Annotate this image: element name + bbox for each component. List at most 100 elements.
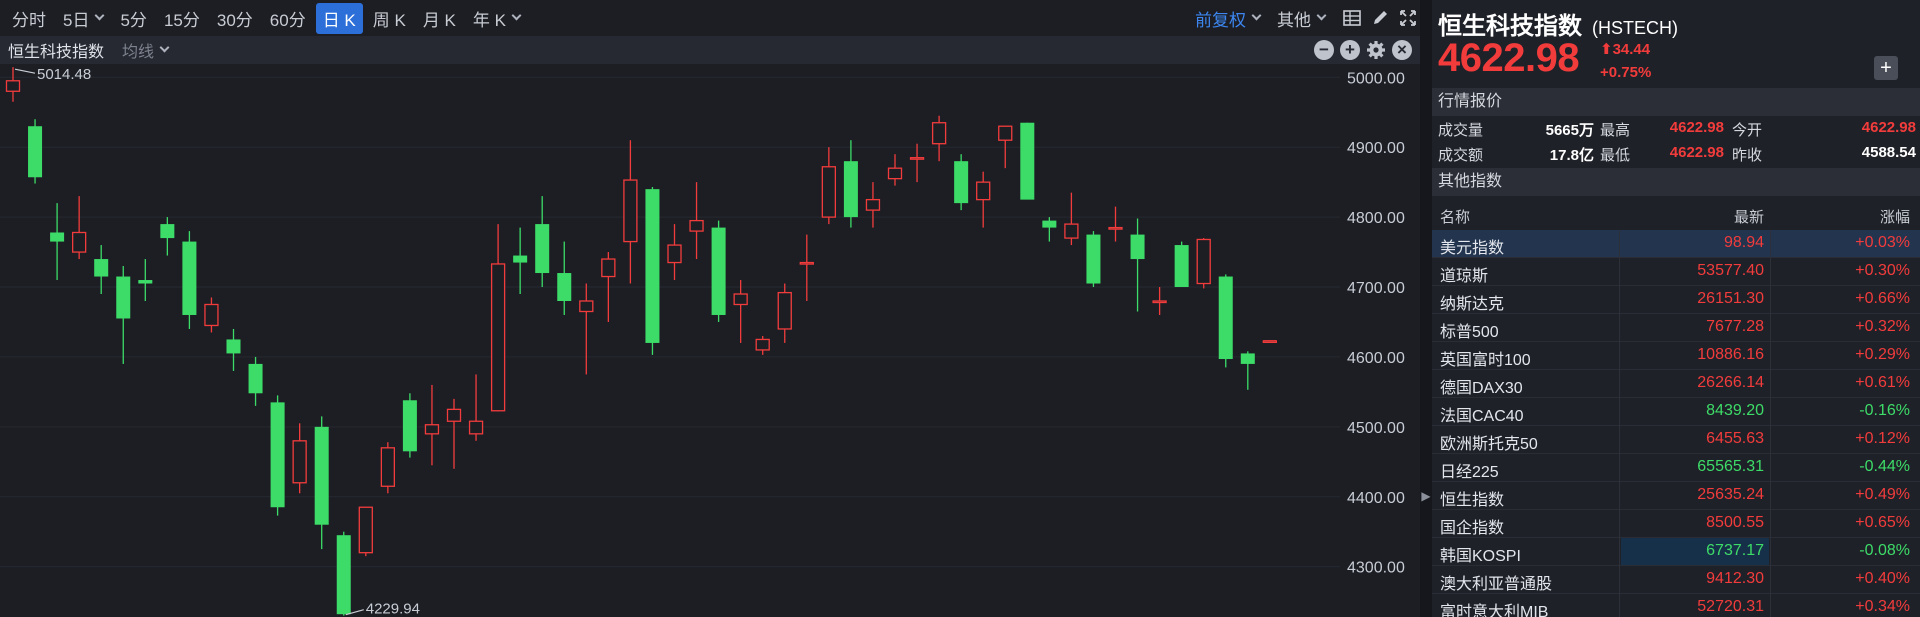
candle-body: [226, 339, 241, 354]
period-tab-daily[interactable]: 日 K: [315, 2, 363, 34]
index-pct-cell: +0.40%: [1855, 570, 1910, 587]
y-tick-label: 4800.00: [1347, 210, 1405, 227]
index-name-cell: 美元指数: [1440, 240, 1505, 257]
index-row[interactable]: 欧洲斯托克50 6455.63 +0.12%: [1432, 426, 1920, 454]
candlestick-chart[interactable]: 5000.00 4900.00 4800.00 4700.00 4600.00 4500.…: [0, 64, 1420, 617]
candle: [358, 506, 373, 557]
index-row[interactable]: 美元指数 98.94 +0.03%: [1432, 230, 1920, 258]
high-annotation-line: [14, 68, 36, 74]
settings-gear-icon[interactable]: [1366, 40, 1386, 60]
y-tick-label: 4600.00: [1347, 350, 1405, 367]
chevron-down-icon: [1251, 10, 1262, 21]
index-name-cell: 韩国KOSPI: [1440, 548, 1521, 565]
index-row[interactable]: 日经225 65565.31 -0.44%: [1432, 454, 1920, 482]
candle: [667, 224, 682, 281]
collapse-arrow-icon[interactable]: ▶: [1420, 486, 1432, 506]
candle: [755, 335, 770, 355]
index-name-cell: 道琼斯: [1440, 268, 1489, 285]
candle: [1218, 274, 1233, 368]
candle: [160, 217, 175, 256]
candle: [777, 283, 792, 343]
candle-body: [1174, 245, 1189, 288]
candle: [535, 196, 550, 288]
candle-body: [865, 198, 881, 211]
candle-body: [931, 122, 947, 145]
ma-dropdown[interactable]: 均线: [122, 38, 170, 62]
ma-label: 均线: [122, 44, 155, 61]
close-icon[interactable]: ×: [1392, 40, 1412, 60]
period-label: 周 K: [372, 10, 406, 30]
candle-body: [1042, 220, 1057, 228]
candle: [1064, 192, 1079, 246]
period-tab-monthly[interactable]: 月 K: [416, 3, 463, 34]
index-pct-cell: +0.30%: [1855, 262, 1910, 279]
index-row[interactable]: 富时意大利MIB 52720.31 +0.34%: [1432, 594, 1920, 617]
index-pct-cell: -0.08%: [1859, 542, 1910, 559]
period-tab-30min[interactable]: 30分: [210, 3, 260, 34]
candle: [402, 393, 417, 458]
index-name-cell: 德国DAX30: [1440, 380, 1523, 397]
index-name-cell: 标普500: [1440, 324, 1499, 341]
index-row[interactable]: 法国CAC40 8439.20 -0.16%: [1432, 398, 1920, 426]
chart-controls: − + ×: [1314, 40, 1412, 60]
period-tab-60min[interactable]: 60分: [263, 3, 313, 34]
candle: [446, 398, 462, 469]
open-label: 今开: [1732, 122, 1763, 139]
panel-divider[interactable]: [1420, 0, 1432, 617]
candle: [1152, 287, 1167, 315]
index-row[interactable]: 标普500 7677.28 +0.32%: [1432, 314, 1920, 342]
period-label: 5分: [120, 10, 147, 30]
pencil-icon[interactable]: [1370, 8, 1390, 28]
toolbar-right-group: 前复权 其他: [1185, 0, 1418, 36]
period-tab-5min[interactable]: 5分: [113, 3, 153, 34]
candle-body: [292, 440, 307, 484]
index-row[interactable]: 纳斯达克 26151.30 +0.66%: [1432, 286, 1920, 314]
index-row[interactable]: 道琼斯 53577.40 +0.30%: [1432, 258, 1920, 286]
index-name-cell: 澳大利亚普通股: [1440, 576, 1553, 593]
period-label: 年 K: [472, 10, 506, 30]
candle-body: [513, 255, 528, 263]
other-dropdown[interactable]: 其他: [1270, 3, 1332, 34]
period-tab-5day[interactable]: 5日: [56, 3, 110, 34]
candle: [292, 423, 307, 494]
candle-body: [116, 276, 131, 319]
index-last-cell: 98.94: [1723, 234, 1764, 251]
index-last-cell: 6737.17: [1706, 542, 1764, 559]
y-tick-label: 4400.00: [1347, 490, 1405, 507]
add-watchlist-button[interactable]: +: [1874, 56, 1898, 80]
period-tab-weekly[interactable]: 周 K: [366, 3, 413, 34]
index-row[interactable]: 国企指数 8500.55 +0.65%: [1432, 510, 1920, 538]
zoom-in-icon[interactable]: +: [1340, 40, 1360, 60]
y-tick-label: 4500.00: [1347, 420, 1405, 437]
index-row[interactable]: 澳大利亚普通股 9412.30 +0.40%: [1432, 566, 1920, 594]
prev-close-label: 昨收: [1732, 147, 1763, 164]
index-table: 美元指数 98.94 +0.03% 道琼斯 53577.40 +0.30% 纳斯达克 2615…: [1432, 230, 1920, 617]
index-row[interactable]: 恒生指数 25635.24 +0.49%: [1432, 482, 1920, 510]
adjust-dropdown[interactable]: 前复权: [1188, 3, 1267, 34]
period-tab-15min[interactable]: 15分: [157, 3, 207, 34]
index-pct-cell: +0.66%: [1855, 290, 1910, 307]
index-last-cell: 65565.31: [1697, 458, 1764, 475]
index-row[interactable]: 德国DAX30 26266.14 +0.61%: [1432, 370, 1920, 398]
candle: [1196, 238, 1211, 289]
low-label: 最低: [1600, 147, 1631, 164]
candle: [513, 227, 528, 295]
index-row[interactable]: 韩国KOSPI 6737.17 -0.08%: [1432, 538, 1920, 566]
zoom-out-icon[interactable]: −: [1314, 40, 1334, 60]
index-pct-cell: +0.32%: [1855, 318, 1910, 335]
candle-body: [94, 259, 109, 277]
candle: [490, 224, 506, 412]
index-name-cell: 恒生指数: [1440, 492, 1505, 509]
period-tab-intraday[interactable]: 分时: [5, 3, 53, 34]
index-row[interactable]: 英国富时100 10886.16 +0.29%: [1432, 342, 1920, 370]
candle: [1130, 218, 1145, 312]
candle-body: [1130, 234, 1145, 260]
period-tab-yearly[interactable]: 年 K: [466, 3, 527, 34]
candle-body: [1108, 226, 1123, 230]
index-name-cell: 国企指数: [1440, 520, 1505, 537]
candle-body: [843, 161, 858, 218]
fullscreen-icon[interactable]: [1398, 8, 1418, 28]
section-other-header: 其他指数: [1432, 168, 1920, 196]
candle-body: [182, 241, 197, 315]
grid-icon[interactable]: [1342, 8, 1362, 28]
